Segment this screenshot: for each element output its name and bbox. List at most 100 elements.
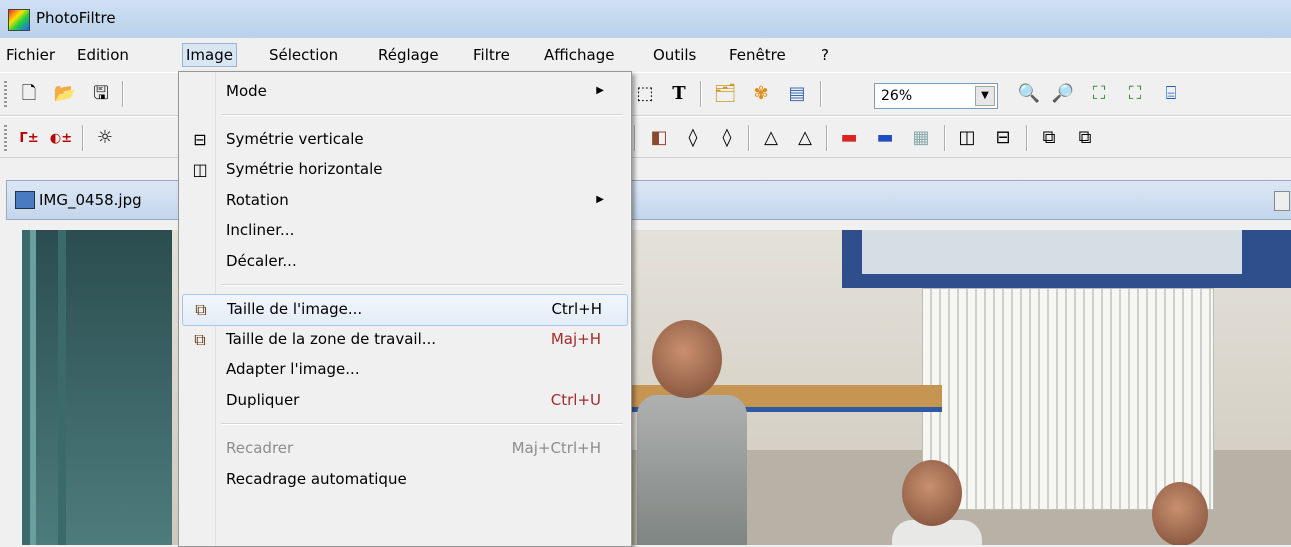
title-bar: PhotoFiltre	[0, 0, 1291, 38]
photo-window-glass	[862, 230, 1242, 274]
menu-item-rotation[interactable]: Rotation ▶	[182, 186, 626, 216]
photo-radiator	[922, 288, 1214, 510]
toolbar-separator	[944, 125, 946, 151]
menu-item-shortcut: Ctrl+H	[551, 300, 602, 318]
actual-size-icon[interactable]: ⛶	[1122, 81, 1148, 107]
menu-item-label: Dupliquer	[226, 391, 300, 409]
menu-item-mode[interactable]: Mode ▶	[182, 77, 626, 107]
toolbar-separator	[700, 81, 702, 107]
toolbar-separator	[748, 125, 750, 151]
toolbar-separator	[1026, 125, 1028, 151]
save-icon[interactable]: 🖫	[88, 81, 114, 107]
toolbar-separator	[634, 125, 636, 151]
triangle-icon[interactable]: △	[758, 125, 784, 151]
triangles-icon[interactable]: △	[792, 125, 818, 151]
submenu-arrow-icon: ▶	[596, 85, 604, 96]
photo-child-blurred-face	[1152, 482, 1208, 545]
document-title: IMG_0458.jpg	[39, 191, 142, 209]
image-size-icon: ⧉	[195, 300, 207, 319]
image-menu-dropdown: Mode ▶ ⊟ Symétrie verticale ◫ Symétrie h…	[178, 71, 632, 547]
menu-item-symetrie-horizontale[interactable]: ◫ Symétrie horizontale	[182, 155, 626, 185]
toolbar-separator	[122, 81, 124, 107]
menu-image[interactable]: Image	[182, 43, 237, 67]
menu-item-incliner[interactable]: Incliner...	[182, 216, 626, 246]
color-gradient-icon[interactable]: ▬	[836, 125, 862, 151]
menu-filtre[interactable]: Filtre	[470, 44, 513, 66]
canvas-size-icon[interactable]: ⧉	[1072, 125, 1098, 151]
menu-item-shortcut: Maj+H	[550, 330, 601, 348]
menu-separator	[221, 284, 623, 286]
menu-outils[interactable]: Outils	[650, 44, 699, 66]
menu-item-label: Symétrie horizontale	[226, 160, 383, 178]
menu-item-shortcut: Maj+Ctrl+H	[511, 439, 601, 457]
menu-item-label: Adapter l'image...	[226, 360, 360, 378]
flip-vertical-icon: ⊟	[193, 130, 207, 149]
menu-separator	[221, 114, 623, 116]
menu-help[interactable]: ?	[818, 44, 832, 66]
selection-tool-icon[interactable]: ⬚	[632, 81, 658, 107]
menu-item-label: Recadrage automatique	[226, 470, 407, 488]
menu-fichier[interactable]: Fichier	[3, 44, 58, 66]
menu-item-taille-image[interactable]: ⧉ Taille de l'image... Ctrl+H	[182, 294, 628, 326]
menu-item-taille-zone-travail[interactable]: ⧉ Taille de la zone de travail... Maj+H	[182, 325, 626, 355]
brightness-icon[interactable]: ☼	[92, 125, 118, 151]
menu-item-label: Symétrie verticale	[226, 130, 364, 148]
menu-item-shortcut: Ctrl+U	[550, 391, 601, 409]
app-title: PhotoFiltre	[36, 9, 116, 27]
window-control-button[interactable]	[1274, 191, 1290, 211]
toolbar-separator	[826, 125, 828, 151]
texture-icon[interactable]: ▦	[908, 125, 934, 151]
toolbar-separator	[82, 125, 84, 151]
menu-item-symetrie-verticale[interactable]: ⊟ Symétrie verticale	[182, 125, 626, 155]
plugins-icon[interactable]: ✾	[748, 81, 774, 107]
menu-item-decaler[interactable]: Décaler...	[182, 247, 626, 277]
chevron-down-icon[interactable]: ▼	[975, 86, 995, 106]
menu-item-label: Taille de la zone de travail...	[226, 330, 437, 348]
fullscreen-icon[interactable]: ⌸	[1158, 81, 1184, 107]
photo-climbing-frame	[22, 230, 172, 545]
menu-edition[interactable]: Edition	[74, 44, 132, 66]
zoom-in-icon[interactable]: 🔍	[1016, 81, 1042, 107]
flip-vertical-icon[interactable]: ⊟	[990, 125, 1016, 151]
new-file-icon[interactable]: 🗋	[16, 81, 42, 107]
image-size-icon[interactable]: ⧉	[1036, 125, 1062, 151]
menu-reglage[interactable]: Réglage	[375, 44, 442, 66]
image-file-icon	[15, 191, 35, 209]
menu-bar: Fichier Edition Image Sélection Réglage …	[0, 40, 1291, 70]
toolbar-grip[interactable]	[4, 81, 7, 107]
gamma-auto-icon[interactable]: Γ±	[16, 125, 42, 151]
menu-item-label: Incliner...	[226, 221, 295, 239]
zoom-value: 26%	[881, 88, 913, 104]
blue-gradient-icon[interactable]: ▬	[872, 125, 898, 151]
zoom-out-icon[interactable]: 🔎	[1050, 81, 1076, 107]
menu-item-label: Recadrer	[226, 439, 294, 457]
photo-child-body	[637, 395, 747, 545]
open-folder-icon[interactable]: 📂	[52, 81, 78, 107]
contrast-auto-icon[interactable]: ◐±	[48, 125, 74, 151]
menu-fenetre[interactable]: Fenêtre	[726, 44, 789, 66]
menu-item-recadrer: Recadrer Maj+Ctrl+H	[182, 434, 626, 464]
flip-horizontal-icon[interactable]: ◫	[954, 125, 980, 151]
menu-item-dupliquer[interactable]: Dupliquer Ctrl+U	[182, 386, 626, 416]
menu-item-label: Rotation	[226, 191, 289, 209]
menu-selection[interactable]: Sélection	[266, 44, 341, 66]
menu-item-recadrage-automatique[interactable]: Recadrage automatique	[182, 465, 626, 495]
menu-item-adapter-image[interactable]: Adapter l'image...	[182, 355, 626, 385]
photo-child-blurred-face	[652, 320, 722, 398]
zoom-select[interactable]: 26% ▼	[874, 83, 998, 109]
drops-icon[interactable]: ◊	[714, 125, 740, 151]
drop-icon[interactable]: ◊	[680, 125, 706, 151]
explorer-icon[interactable]: 🗂	[712, 81, 738, 107]
mirror-effect-icon[interactable]: ◧	[646, 125, 672, 151]
photo-child-blurred-face	[902, 460, 962, 526]
menu-item-label: Décaler...	[226, 252, 297, 270]
window-manager-icon[interactable]: ▤	[784, 81, 810, 107]
fit-image-icon[interactable]: ⛶	[1086, 81, 1112, 107]
text-tool-icon[interactable]: T	[666, 81, 692, 107]
flip-horizontal-icon: ◫	[192, 160, 208, 179]
toolbar-grip[interactable]	[4, 125, 7, 151]
canvas-size-icon: ⧉	[194, 330, 206, 349]
menu-affichage[interactable]: Affichage	[541, 44, 617, 66]
menu-item-label: Taille de l'image...	[227, 300, 363, 318]
photofiltre-app-icon	[8, 9, 30, 31]
